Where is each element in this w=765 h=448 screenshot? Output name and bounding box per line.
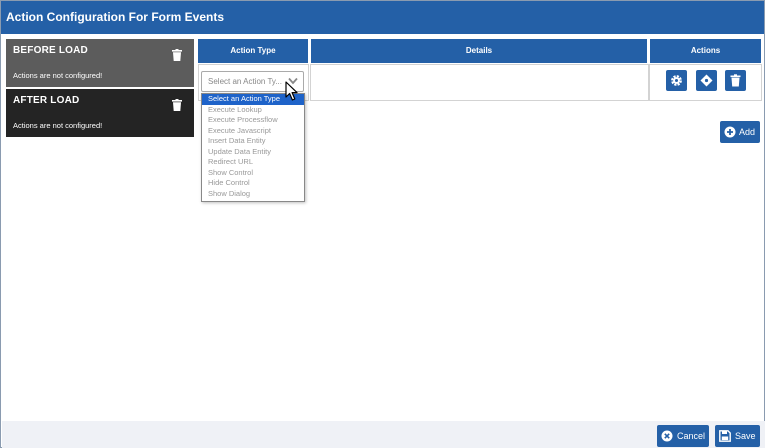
save-button-label: Save — [735, 431, 756, 441]
save-icon — [719, 430, 731, 442]
cancel-button[interactable]: Cancel — [657, 425, 709, 447]
cancel-button-label: Cancel — [677, 431, 706, 441]
column-header-action-type: Action Type — [198, 39, 308, 63]
configure-action-button[interactable] — [666, 70, 687, 91]
column-header-actions: Actions — [650, 39, 761, 63]
action-type-dropdown: Select an Action Type Execute Lookup Exe… — [201, 93, 305, 202]
event-after-load[interactable]: AFTER LOAD Actions are not configured! — [6, 89, 194, 137]
event-status: Actions are not configured! — [13, 71, 103, 80]
dropdown-option[interactable]: Redirect URL — [202, 157, 304, 168]
dropdown-option[interactable]: Show Dialog — [202, 189, 304, 200]
delete-action-button[interactable] — [725, 70, 746, 91]
dropdown-option[interactable]: Update Data Entity — [202, 147, 304, 158]
plus-circle-icon — [724, 126, 736, 138]
trash-icon[interactable] — [172, 99, 182, 111]
dropdown-option[interactable]: Show Control — [202, 168, 304, 179]
event-status: Actions are not configured! — [13, 121, 103, 130]
event-before-load[interactable]: BEFORE LOAD Actions are not configured! — [6, 39, 194, 87]
dropdown-option[interactable]: Execute Javascript — [202, 126, 304, 137]
action-type-select-value: Select an Action Ty... — [208, 77, 282, 86]
dropdown-option[interactable]: Execute Lookup — [202, 105, 304, 116]
close-circle-icon — [661, 430, 673, 442]
dropdown-option[interactable]: Insert Data Entity — [202, 136, 304, 147]
gear-icon — [671, 75, 682, 86]
add-button-label: Add — [739, 127, 756, 137]
dialog-footer — [2, 421, 765, 448]
save-button[interactable]: Save — [715, 425, 760, 447]
trash-icon — [730, 74, 741, 87]
dropdown-option[interactable]: Hide Control — [202, 178, 304, 189]
details-cell — [310, 64, 649, 101]
condition-button[interactable] — [696, 70, 717, 91]
mouse-cursor-icon — [285, 81, 298, 101]
dropdown-option[interactable]: Execute Processflow — [202, 115, 304, 126]
column-header-details: Details — [311, 39, 647, 63]
diamond-icon — [700, 74, 713, 87]
event-title: BEFORE LOAD — [13, 45, 88, 56]
add-action-button[interactable]: Add — [720, 121, 760, 143]
action-config-dialog: Action Configuration For Form Events BEF… — [0, 0, 765, 448]
event-title: AFTER LOAD — [13, 95, 80, 106]
dialog-title: Action Configuration For Form Events — [1, 1, 764, 34]
trash-icon[interactable] — [172, 49, 182, 61]
